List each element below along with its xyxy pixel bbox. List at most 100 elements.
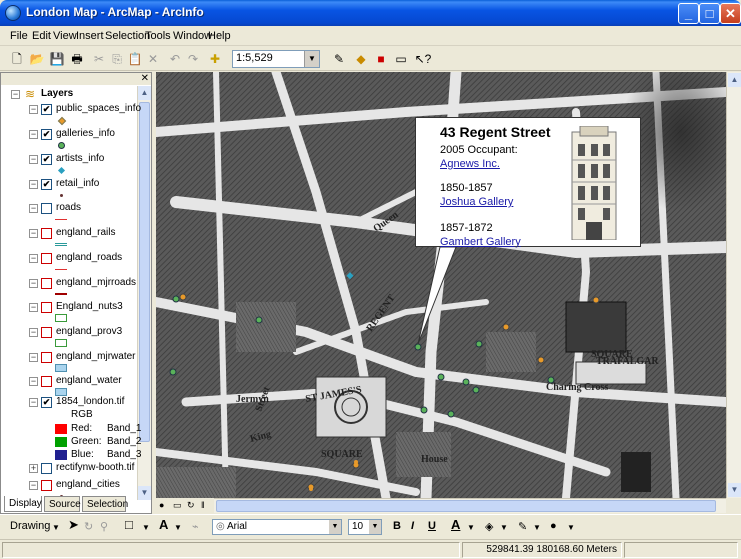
occupant-link[interactable]: Agnews Inc. <box>440 158 500 170</box>
menu-selection[interactable]: Selection <box>105 30 150 42</box>
layer-name[interactable]: england_cities <box>56 479 120 490</box>
print-icon[interactable]: 🖶 <box>68 50 86 68</box>
layer-name[interactable]: artists_info <box>56 153 104 164</box>
arctoolbox-icon[interactable]: ◆ <box>352 50 370 68</box>
collapse-icon[interactable]: − <box>29 377 38 386</box>
layer-name[interactable]: england_rails <box>56 227 116 238</box>
layer-name[interactable]: england_mjrwater <box>56 351 136 362</box>
scroll-up-icon[interactable]: ▲ <box>728 73 741 87</box>
layer-visibility-checkbox[interactable] <box>41 327 52 338</box>
layer-name[interactable]: galleries_info <box>56 128 115 139</box>
layer-row[interactable]: − england_mjrwater <box>1 350 137 364</box>
collapse-icon[interactable]: − <box>29 204 38 213</box>
toc-scroll-thumb[interactable] <box>139 102 150 442</box>
layer-visibility-checkbox[interactable] <box>41 302 52 313</box>
refresh-icon[interactable]: ↻ <box>187 500 195 511</box>
layer-row[interactable]: − england_prov3 <box>1 325 137 339</box>
map-vertical-scrollbar[interactable]: ▲ ▼ <box>726 72 741 498</box>
layer-name[interactable]: roads <box>56 202 81 213</box>
editor-toolbar-icon[interactable]: ✎ <box>330 50 348 68</box>
layer-row[interactable]: − england_cities <box>1 478 137 492</box>
layer-row[interactable]: − england_roads <box>1 251 137 265</box>
layer-visibility-checkbox[interactable] <box>41 179 52 190</box>
chevron-down-icon[interactable]: ▼ <box>142 523 150 532</box>
expand-icon[interactable]: + <box>29 464 38 473</box>
collapse-icon[interactable]: − <box>29 279 38 288</box>
layout-view-icon[interactable]: ▭ <box>173 500 182 511</box>
layer-visibility-checkbox[interactable] <box>41 278 52 289</box>
edit-vertices-icon[interactable]: ⌁ <box>192 520 199 533</box>
chevron-down-icon[interactable]: ▼ <box>52 523 60 532</box>
layer-row[interactable]: − public_spaces_info <box>1 102 141 116</box>
collapse-icon[interactable]: − <box>29 303 38 312</box>
chevron-down-icon[interactable]: ▼ <box>500 523 508 532</box>
layer-visibility-checkbox[interactable] <box>41 463 52 474</box>
layer-name[interactable]: retail_info <box>56 178 99 189</box>
layer-visibility-checkbox[interactable] <box>41 154 52 165</box>
menu-window[interactable]: Window <box>173 30 212 42</box>
layer-name[interactable]: england_prov3 <box>56 326 122 337</box>
collapse-icon[interactable]: − <box>29 398 38 407</box>
collapse-icon[interactable]: − <box>29 180 38 189</box>
fill-color-icon[interactable]: ◈ <box>485 520 493 533</box>
font-color-icon[interactable]: A <box>451 517 460 532</box>
line-color-icon[interactable]: ✎ <box>518 520 527 533</box>
collapse-icon[interactable]: − <box>29 155 38 164</box>
layer-row[interactable]: − 1854_london.tif <box>1 395 137 409</box>
menu-file[interactable]: File <box>10 30 28 42</box>
gallery-1-link[interactable]: Joshua Gallery <box>440 196 513 208</box>
font-select[interactable]: ◎ Arial ▼ <box>212 519 342 535</box>
map-horizontal-scrollbar[interactable] <box>156 498 726 513</box>
save-icon[interactable]: 💾 <box>48 50 66 68</box>
scroll-up-icon[interactable]: ▲ <box>138 86 151 100</box>
italic-button[interactable]: I <box>411 520 414 532</box>
layer-row[interactable]: − England_nuts3 <box>1 300 137 314</box>
layer-visibility-checkbox[interactable] <box>41 376 52 387</box>
layer-name[interactable]: england_water <box>56 375 122 386</box>
minimize-button[interactable]: _ <box>678 3 699 24</box>
marker-color-icon[interactable]: ● <box>550 520 557 532</box>
layer-row[interactable]: − england_water <box>1 374 137 388</box>
layer-row[interactable]: − england_rails <box>1 226 137 240</box>
menu-help[interactable]: Help <box>208 30 231 42</box>
tab-display[interactable]: Display <box>4 496 42 512</box>
underline-button[interactable]: U <box>428 520 436 532</box>
pause-icon[interactable]: ‖ <box>201 500 205 510</box>
select-elements-icon[interactable]: ➤ <box>68 517 79 533</box>
layer-row[interactable]: − artists_info <box>1 152 137 166</box>
rectangle-icon[interactable]: □ <box>125 517 133 532</box>
zoom-whole-page-icon[interactable]: ⚲ <box>100 520 108 533</box>
toc-close-icon[interactable]: ✕ <box>141 73 149 84</box>
menu-edit[interactable]: Edit <box>32 30 51 42</box>
new-text-icon[interactable]: A <box>159 517 168 532</box>
collapse-icon[interactable]: − <box>11 90 20 99</box>
layer-row[interactable]: − retail_info <box>1 177 137 191</box>
chevron-down-icon[interactable]: ▼ <box>174 523 182 532</box>
menu-tools[interactable]: Tools <box>145 30 171 42</box>
layer-name[interactable]: rectifynw-booth.tif <box>56 462 134 473</box>
scroll-down-icon[interactable]: ▼ <box>728 483 741 497</box>
tab-selection[interactable]: Selection <box>82 496 128 512</box>
toolbox-icon[interactable]: ■ <box>372 50 390 68</box>
menu-view[interactable]: View <box>53 30 77 42</box>
collapse-icon[interactable]: − <box>29 254 38 263</box>
layer-name[interactable]: england_mjrroads <box>56 277 136 288</box>
maximize-button[interactable]: □ <box>699 3 720 24</box>
chevron-down-icon[interactable]: ▼ <box>369 520 381 534</box>
layer-visibility-checkbox[interactable] <box>41 397 52 408</box>
collapse-icon[interactable]: − <box>29 481 38 490</box>
chevron-down-icon[interactable]: ▼ <box>567 523 575 532</box>
layer-row[interactable]: + rectifynw-booth.tif <box>1 461 137 475</box>
tab-source[interactable]: Source <box>44 496 81 512</box>
layer-visibility-checkbox[interactable] <box>41 104 52 115</box>
font-size-select[interactable]: 10 ▼ <box>348 519 382 535</box>
layer-visibility-checkbox[interactable] <box>41 253 52 264</box>
delete-icon[interactable]: ✕ <box>144 50 162 68</box>
collapse-icon[interactable]: − <box>29 105 38 114</box>
whats-this-icon[interactable]: ↖? <box>414 50 432 68</box>
add-data-icon[interactable]: ✚ <box>206 50 224 68</box>
collapse-icon[interactable]: − <box>29 130 38 139</box>
rotate-icon[interactable]: ↻ <box>84 520 93 533</box>
layer-row[interactable]: − roads <box>1 201 137 215</box>
layer-name[interactable]: england_roads <box>56 252 122 263</box>
